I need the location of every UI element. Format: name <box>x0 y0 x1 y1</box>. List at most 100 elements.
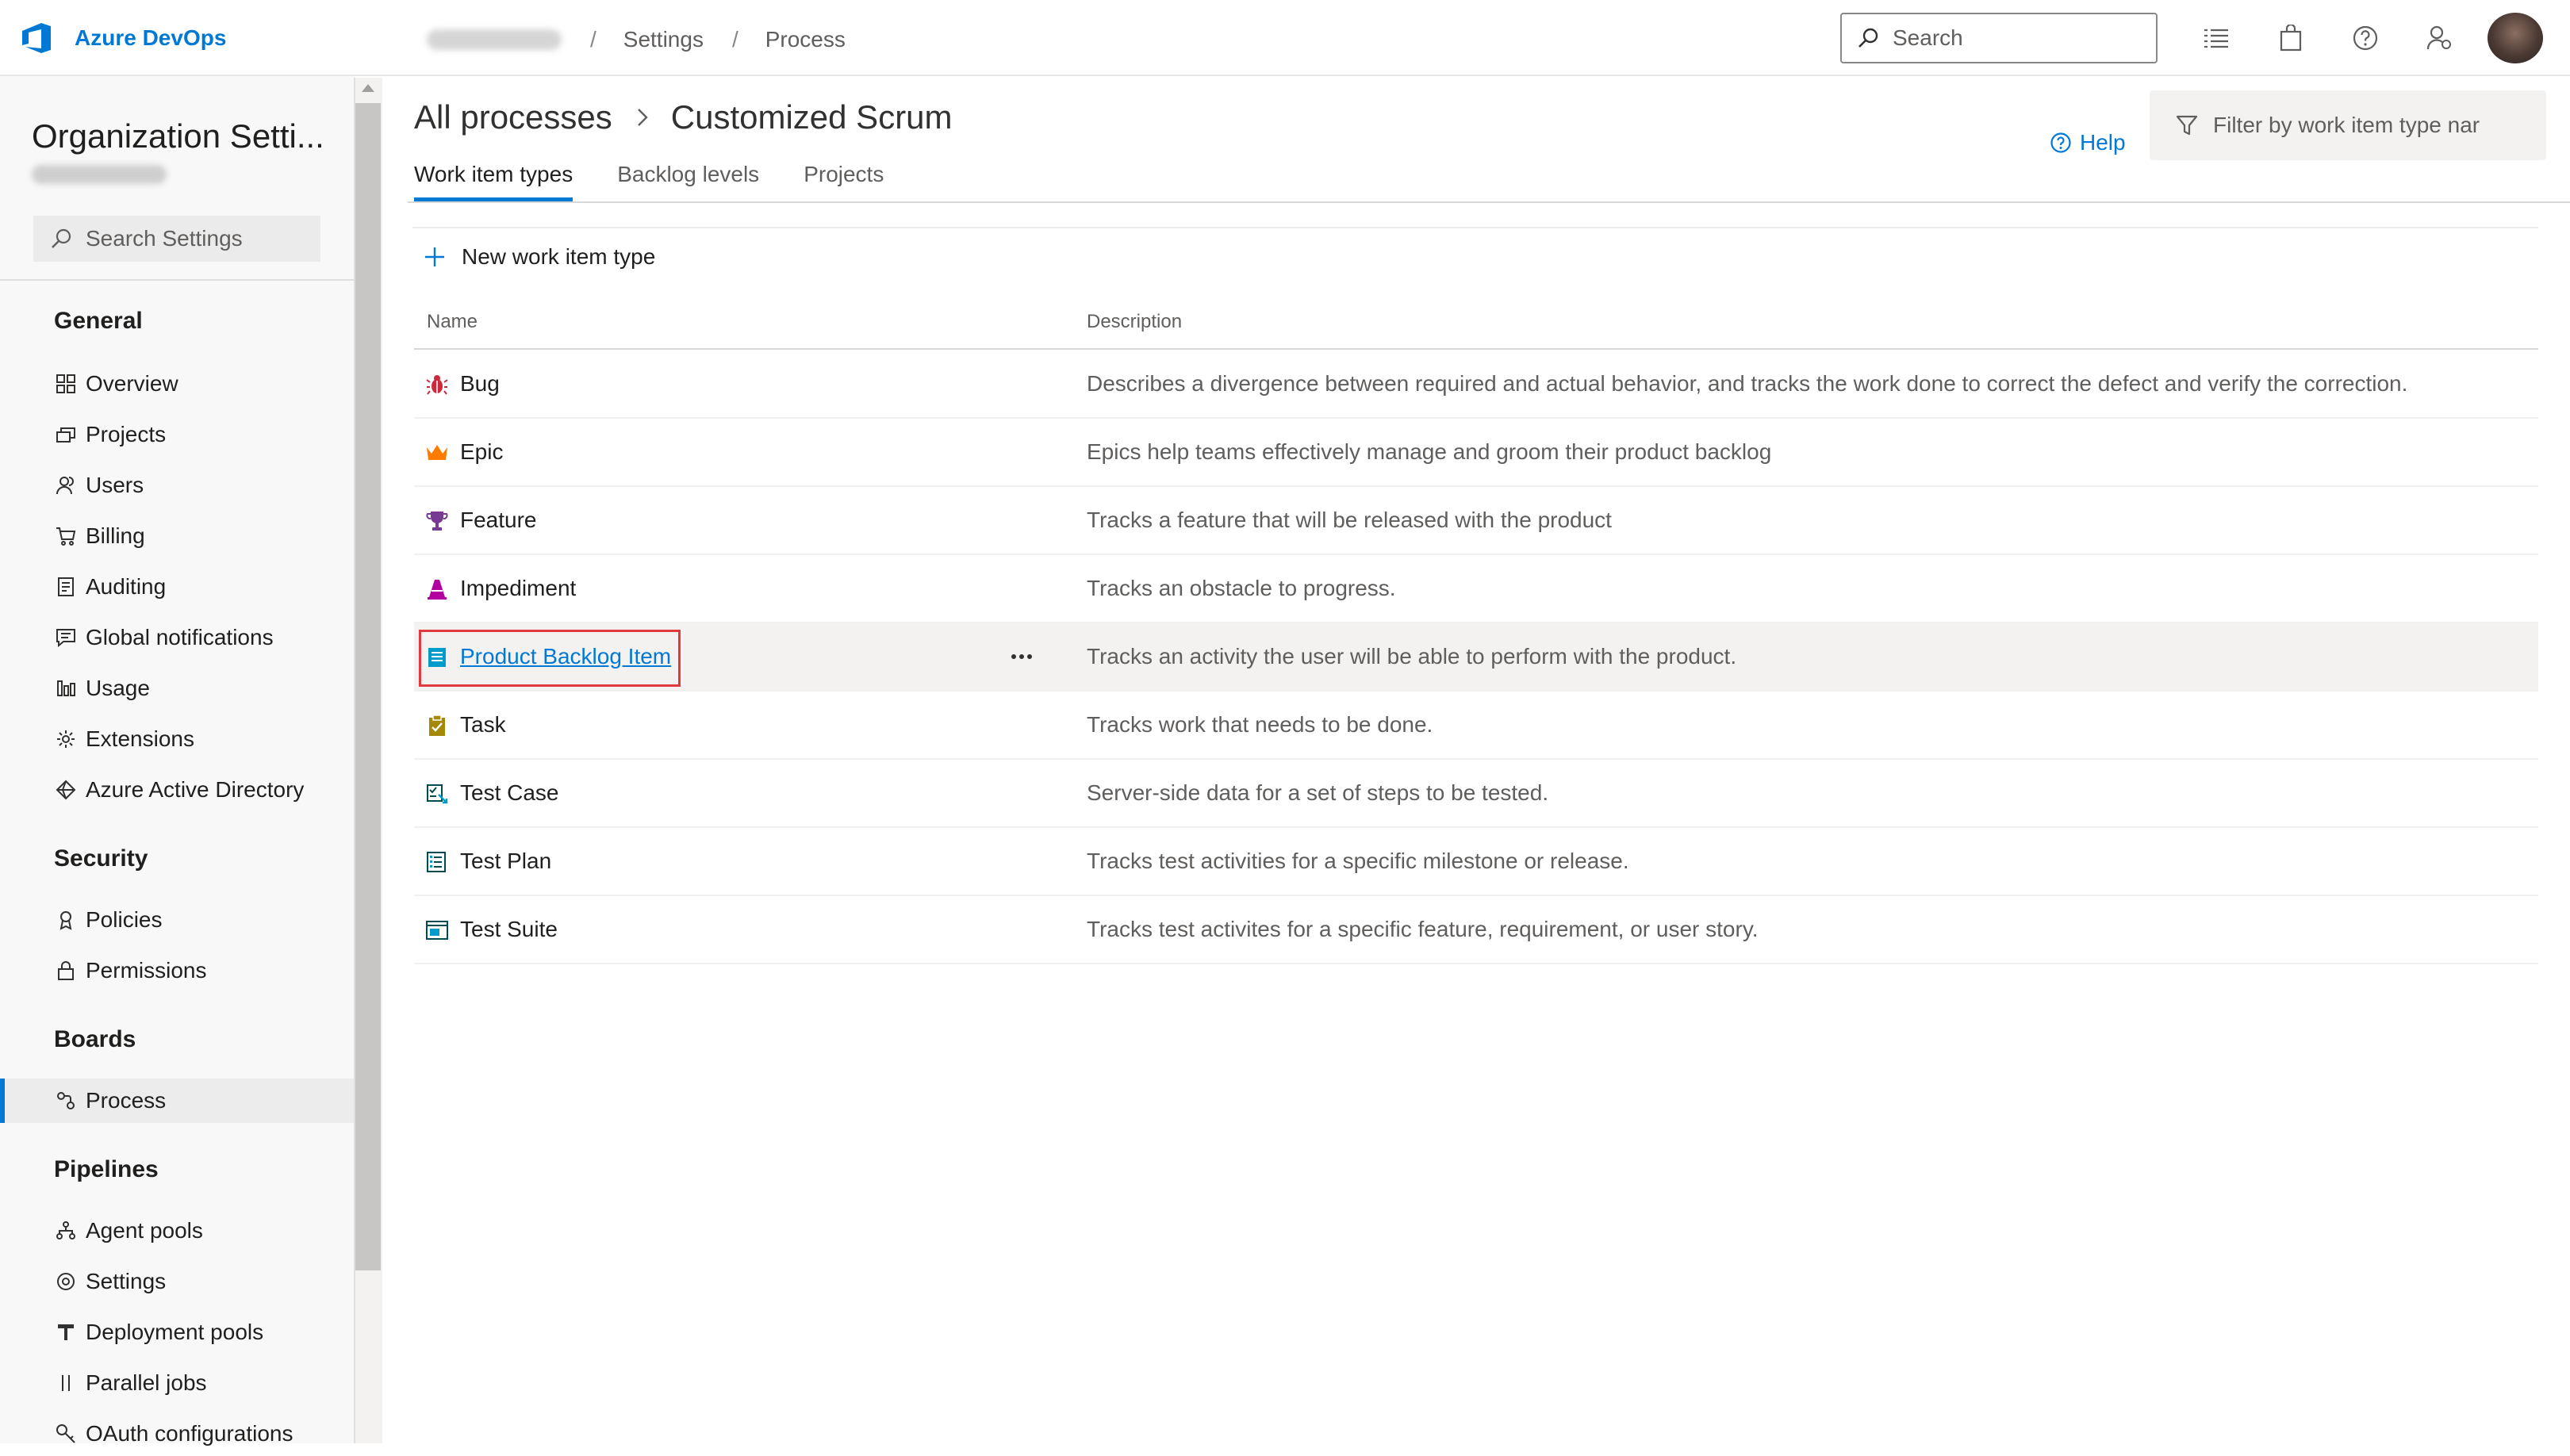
plus-icon <box>425 247 444 266</box>
bar-chart-icon <box>54 676 78 700</box>
all-processes-link[interactable]: All processes <box>414 98 612 136</box>
tab-work-item-types[interactable]: Work item types <box>414 162 573 201</box>
backlog-item-icon <box>425 646 449 669</box>
sidebar-item-global-notifications[interactable]: Global notifications <box>0 615 354 660</box>
sidebar-item-usage[interactable]: Usage <box>0 666 354 711</box>
table-row[interactable]: Test Case Server-side data for a set of … <box>414 760 2538 828</box>
new-work-item-type-label: New work item type <box>462 244 656 269</box>
test-case-icon <box>425 782 449 806</box>
work-item-type-name[interactable]: Bug <box>460 371 500 397</box>
work-items-list-icon[interactable] <box>2199 21 2234 56</box>
header-search-placeholder: Search <box>1893 25 1963 50</box>
sidebar-item-agent-pools[interactable]: Agent pools <box>0 1209 354 1253</box>
process-icon <box>54 1089 78 1113</box>
sidebar-item-extensions[interactable]: Extensions <box>0 717 354 761</box>
policy-icon <box>54 908 78 932</box>
sidebar-item-azure-active-directory[interactable]: Azure Active Directory <box>0 768 354 812</box>
work-item-type-name[interactable]: Feature <box>460 508 537 533</box>
breadcrumb-process[interactable]: Process <box>765 27 846 52</box>
top-header: Azure DevOps / Settings / Process Search <box>0 0 2570 76</box>
work-item-type-description: Tracks an obstacle to progress. <box>1087 576 1396 600</box>
work-item-type-name[interactable]: Impediment <box>460 576 576 601</box>
help-link[interactable]: Help <box>2050 128 2126 157</box>
sidebar-item-overview[interactable]: Overview <box>0 362 354 406</box>
test-suite-icon <box>425 918 449 942</box>
table-row[interactable]: Test Plan Tracks test activities for a s… <box>414 828 2538 896</box>
work-item-type-name[interactable]: Epic <box>460 439 503 465</box>
header-divider <box>414 348 2538 350</box>
marketplace-bag-icon[interactable] <box>2273 21 2308 56</box>
table-row[interactable]: Test Suite Tracks test activites for a s… <box>414 896 2538 964</box>
work-item-type-description: Tracks an activity the user will be able… <box>1087 644 1737 669</box>
work-item-type-name[interactable]: Test Plan <box>460 849 551 874</box>
sidebar-item-label: Azure Active Directory <box>86 777 305 802</box>
sidebar-item-auditing[interactable]: Auditing <box>0 565 354 609</box>
work-item-type-name[interactable]: Task <box>460 712 506 738</box>
sidebar-item-process[interactable]: Process <box>0 1079 354 1123</box>
sidebar-item-oauth-configurations[interactable]: OAuth configurations <box>0 1412 354 1456</box>
sidebar-item-users[interactable]: Users <box>0 463 354 508</box>
tab-backlog-levels[interactable]: Backlog levels <box>617 162 759 201</box>
new-work-item-type-button[interactable]: New work item type <box>424 241 655 273</box>
sidebar-item-policies[interactable]: Policies <box>0 898 354 942</box>
work-item-type-filter[interactable]: Filter by work item type nar <box>2150 90 2546 160</box>
sidebar-item-billing[interactable]: Billing <box>0 514 354 558</box>
help-circle-icon <box>2050 132 2071 153</box>
sidebar-item-deployment-pools[interactable]: Deployment pools <box>0 1310 354 1354</box>
sidebar-item-projects[interactable]: Projects <box>0 412 354 457</box>
table-row[interactable]: Task Tracks work that needs to be done. <box>414 692 2538 760</box>
tab-projects[interactable]: Projects <box>804 162 884 201</box>
azure-devops-logo-icon <box>19 20 56 56</box>
sidebar-item-pipeline-settings[interactable]: Settings <box>0 1259 354 1304</box>
gear-icon <box>54 727 78 751</box>
work-item-type-description: Tracks a feature that will be released w… <box>1087 508 1612 532</box>
sidebar-item-label: Projects <box>86 422 167 446</box>
work-item-type-name[interactable]: Test Suite <box>460 917 558 942</box>
chat-icon <box>54 626 78 649</box>
help-icon[interactable] <box>2348 21 2383 56</box>
breadcrumb-settings[interactable]: Settings <box>623 27 704 52</box>
brand[interactable]: Azure DevOps <box>19 19 226 57</box>
header-search-box[interactable]: Search <box>1840 13 2158 63</box>
column-header-description[interactable]: Description <box>1087 311 1182 333</box>
work-item-type-description: Epics help teams effectively manage and … <box>1087 439 1772 464</box>
sidebar-scrollbar[interactable] <box>354 78 382 1443</box>
scrollbar-thumb[interactable] <box>355 103 381 1270</box>
work-item-type-name-link[interactable]: Product Backlog Item <box>460 644 671 669</box>
table-row[interactable]: Feature Tracks a feature that will be re… <box>414 487 2538 555</box>
sidebar-item-permissions[interactable]: Permissions <box>0 948 354 993</box>
brand-name: Azure DevOps <box>75 25 227 50</box>
agent-pools-icon <box>54 1219 78 1243</box>
table-row[interactable]: Impediment Tracks an obstacle to progres… <box>414 555 2538 623</box>
sidebar-item-label: Deployment pools <box>86 1320 264 1344</box>
test-plan-icon <box>425 850 449 874</box>
search-icon <box>1856 26 1880 50</box>
work-item-type-description: Tracks test activities for a specific mi… <box>1087 849 1629 873</box>
user-settings-icon[interactable] <box>2422 21 2457 56</box>
process-tabs: Work item types Backlog levels Projects <box>414 162 928 203</box>
breadcrumb-organization[interactable] <box>427 29 562 50</box>
clipboard-icon <box>425 714 449 738</box>
filter-placeholder: Filter by work item type nar <box>2213 113 2480 137</box>
scroll-up-arrow-icon[interactable] <box>362 84 374 92</box>
nav-group-pipelines: Pipelines <box>54 1156 159 1182</box>
column-header-name[interactable]: Name <box>427 311 478 333</box>
work-item-type-name[interactable]: Test Case <box>460 780 559 806</box>
table-row[interactable]: Bug Describes a divergence between requi… <box>414 351 2538 419</box>
table-row-selected[interactable]: Product Backlog Item Tracks an activity … <box>414 623 2538 692</box>
sidebar-item-label: Usage <box>86 676 150 700</box>
sidebar-item-label: Overview <box>86 371 178 396</box>
sidebar-item-label: Agent pools <box>86 1218 203 1243</box>
lock-icon <box>54 959 78 983</box>
bug-icon <box>425 373 449 397</box>
more-actions-icon[interactable] <box>1004 639 1039 674</box>
filter-funnel-icon <box>2175 113 2199 137</box>
settings-search-input[interactable]: Search Settings <box>33 216 320 262</box>
table-row[interactable]: Epic Epics help teams effectively manage… <box>414 419 2538 487</box>
trophy-icon <box>425 509 449 533</box>
sidebar-item-parallel-jobs[interactable]: Parallel jobs <box>0 1361 354 1405</box>
diamond-icon <box>54 778 78 802</box>
avatar[interactable] <box>2488 13 2543 63</box>
audit-icon <box>54 575 78 599</box>
overview-icon <box>54 372 78 396</box>
